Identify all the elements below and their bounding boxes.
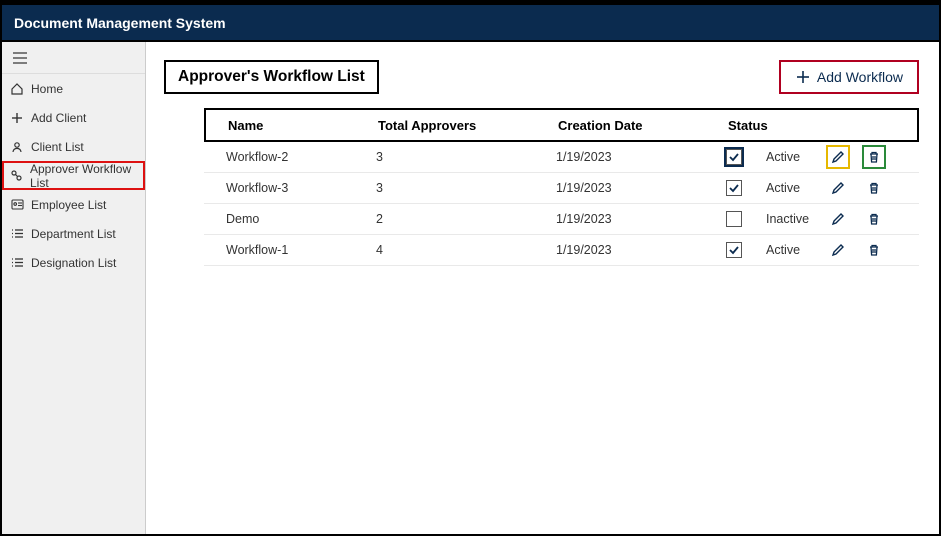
- check-icon: [728, 244, 740, 256]
- menu-toggle[interactable]: [2, 42, 145, 74]
- col-name: Name: [228, 118, 378, 133]
- status-checkbox[interactable]: [726, 149, 742, 165]
- pencil-icon: [831, 181, 845, 195]
- sidebar: Home Add Client Client List Approver Wor…: [2, 42, 146, 534]
- plus-icon: [10, 111, 24, 125]
- trash-icon: [867, 150, 881, 164]
- cell-created: 1/19/2023: [556, 181, 726, 195]
- add-workflow-label: Add Workflow: [817, 69, 903, 85]
- cell-status: Active: [766, 243, 826, 257]
- list-icon: [10, 227, 24, 241]
- add-workflow-button[interactable]: Add Workflow: [779, 60, 919, 94]
- col-approvers: Total Approvers: [378, 118, 558, 133]
- sidebar-item-client-list[interactable]: Client List: [2, 132, 145, 161]
- cell-created: 1/19/2023: [556, 243, 726, 257]
- delete-button[interactable]: [862, 145, 886, 169]
- cell-approvers: 3: [376, 181, 556, 195]
- sidebar-item-designation-list[interactable]: Designation List: [2, 248, 145, 277]
- list-icon: [10, 256, 24, 270]
- cell-status: Inactive: [766, 212, 826, 226]
- table-row: Workflow-1 4 1/19/2023 Active: [204, 235, 919, 266]
- status-checkbox[interactable]: [726, 180, 742, 196]
- edit-button[interactable]: [826, 176, 850, 200]
- col-status: Status: [728, 118, 818, 133]
- cell-name: Workflow-1: [226, 243, 376, 257]
- table-row: Workflow-3 3 1/19/2023 Active: [204, 173, 919, 204]
- edit-button[interactable]: [826, 207, 850, 231]
- table-row: Workflow-2 3 1/19/2023 Active: [204, 142, 919, 173]
- sidebar-item-label: Home: [31, 82, 63, 96]
- pencil-icon: [831, 150, 845, 164]
- sidebar-item-home[interactable]: Home: [2, 74, 145, 103]
- check-icon: [728, 151, 740, 163]
- pencil-icon: [831, 243, 845, 257]
- delete-button[interactable]: [862, 238, 886, 262]
- trash-icon: [867, 243, 881, 257]
- sidebar-item-approver-workflow[interactable]: Approver Workflow List: [2, 161, 145, 190]
- edit-button[interactable]: [826, 238, 850, 262]
- delete-button[interactable]: [862, 207, 886, 231]
- status-checkbox[interactable]: [726, 242, 742, 258]
- sidebar-item-label: Employee List: [31, 198, 106, 212]
- check-icon: [728, 182, 740, 194]
- workflow-icon: [10, 169, 23, 183]
- app-title: Document Management System: [14, 15, 226, 31]
- sidebar-item-department-list[interactable]: Department List: [2, 219, 145, 248]
- table-row: Demo 2 1/19/2023 Inactive: [204, 204, 919, 235]
- status-checkbox[interactable]: [726, 211, 742, 227]
- edit-button[interactable]: [826, 145, 850, 169]
- delete-button[interactable]: [862, 176, 886, 200]
- sidebar-item-add-client[interactable]: Add Client: [2, 103, 145, 132]
- trash-icon: [867, 181, 881, 195]
- table-header: Name Total Approvers Creation Date Statu…: [204, 108, 919, 142]
- page-title: Approver's Workflow List: [164, 60, 379, 94]
- sidebar-item-label: Client List: [31, 140, 84, 154]
- hamburger-icon: [12, 51, 28, 65]
- main-content: Approver's Workflow List Add Workflow Na…: [146, 42, 939, 534]
- sidebar-item-label: Department List: [31, 227, 116, 241]
- cell-name: Workflow-3: [226, 181, 376, 195]
- user-icon: [10, 140, 24, 154]
- sidebar-item-label: Approver Workflow List: [30, 162, 137, 190]
- cell-name: Workflow-2: [226, 150, 376, 164]
- sidebar-item-label: Add Client: [31, 111, 86, 125]
- cell-approvers: 3: [376, 150, 556, 164]
- sidebar-item-label: Designation List: [31, 256, 116, 270]
- cell-name: Demo: [226, 212, 376, 226]
- cell-approvers: 4: [376, 243, 556, 257]
- cell-status: Active: [766, 181, 826, 195]
- workflow-table: Name Total Approvers Creation Date Statu…: [204, 108, 919, 266]
- cell-created: 1/19/2023: [556, 150, 726, 164]
- trash-icon: [867, 212, 881, 226]
- cell-created: 1/19/2023: [556, 212, 726, 226]
- pencil-icon: [831, 212, 845, 226]
- id-card-icon: [10, 198, 24, 212]
- top-bar: Document Management System: [2, 2, 939, 42]
- sidebar-item-employee-list[interactable]: Employee List: [2, 190, 145, 219]
- cell-approvers: 2: [376, 212, 556, 226]
- cell-status: Active: [766, 150, 826, 164]
- home-icon: [10, 82, 24, 96]
- col-created: Creation Date: [558, 118, 728, 133]
- plus-icon: [795, 69, 811, 85]
